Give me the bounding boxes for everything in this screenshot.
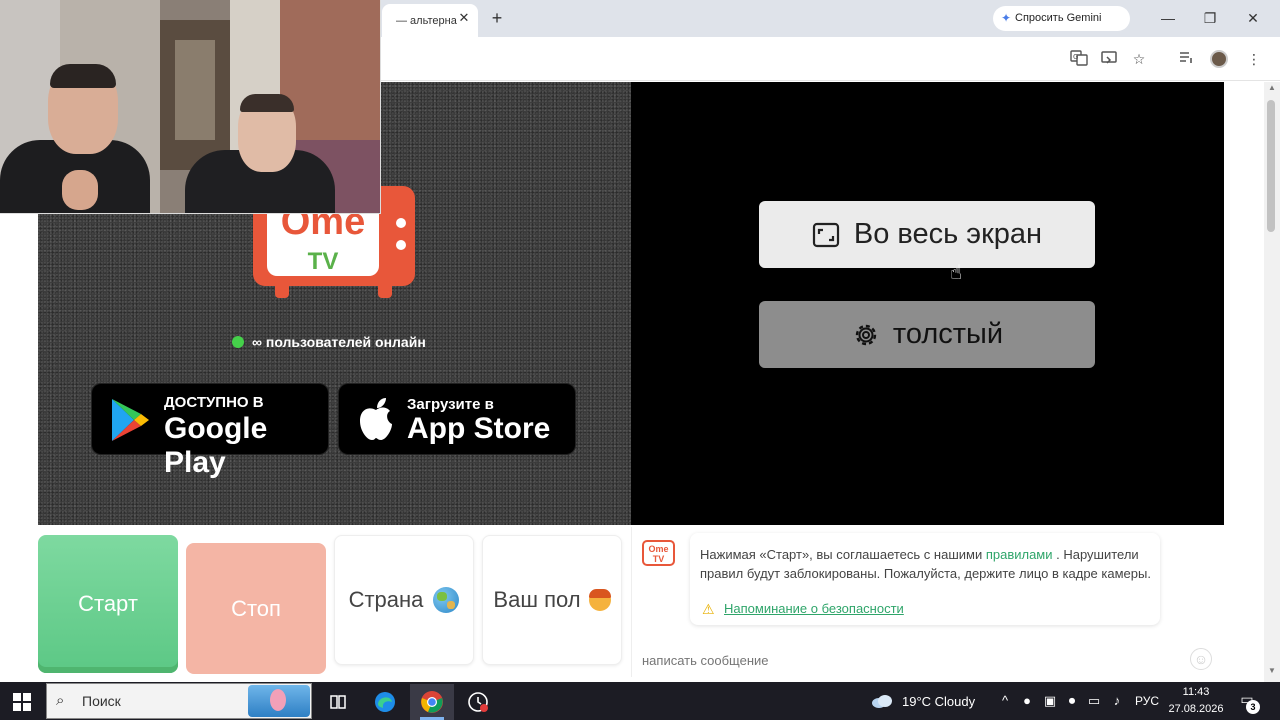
microphone-icon[interactable]: ⏺ <box>1063 692 1081 710</box>
apple-icon <box>360 398 392 440</box>
emoji-picker-icon[interactable]: ☺ <box>1190 648 1212 670</box>
hand-cursor-icon: ☝ <box>950 262 963 284</box>
fullscreen-button[interactable]: Во весь экран <box>759 201 1095 268</box>
google-play-badge[interactable]: ДОСТУПНО В Google Play <box>91 383 329 479</box>
ometv-chat-avatar: Ome TV <box>642 540 675 566</box>
reading-list-icon[interactable] <box>1176 49 1196 69</box>
online-users-count: ∞ пользователей онлайн <box>252 334 426 350</box>
logo-knob <box>396 218 406 228</box>
stop-button[interactable]: Стоп <box>186 543 326 674</box>
google-play-small-text: ДОСТУПНО В <box>164 394 264 411</box>
app-store-badge[interactable]: Загрузите в App Store <box>338 383 576 455</box>
task-view-icon[interactable] <box>318 684 358 720</box>
start-label: Старт <box>78 591 138 616</box>
bookmark-star-icon[interactable]: ☆ <box>1129 49 1149 69</box>
settings-label: толстый <box>892 318 1004 350</box>
fullscreen-label: Во весь экран <box>853 218 1043 250</box>
notification-count-badge: 3 <box>1246 700 1260 714</box>
fullscreen-icon <box>812 222 840 247</box>
cast-icon[interactable] <box>1099 49 1119 69</box>
cloud-icon <box>872 695 892 708</box>
boy-face-icon <box>588 589 611 611</box>
edge-icon[interactable] <box>365 684 405 720</box>
restore-button[interactable]: ❐ <box>1195 6 1225 30</box>
weather-widget[interactable]: 19°C Cloudy <box>870 691 975 711</box>
gemini-sparkle-icon: ✦ <box>1001 11 1012 25</box>
stop-label: Стоп <box>231 595 281 621</box>
new-tab-button[interactable]: + <box>487 7 507 29</box>
tray-app-icon[interactable]: ● <box>1018 692 1036 710</box>
translate-icon[interactable]: G <box>1069 49 1089 69</box>
clock-time[interactable]: 11:43 <box>1170 686 1222 698</box>
person-1-hand <box>62 170 98 210</box>
warning-icon: ⚠ <box>702 601 715 617</box>
globe-icon <box>433 587 460 613</box>
safety-reminder-link[interactable]: Напоминание о безопасности <box>724 600 1024 618</box>
language-indicator[interactable]: РУС <box>1133 692 1161 710</box>
profile-avatar[interactable] <box>1210 50 1228 68</box>
country-button[interactable]: Страна <box>334 535 474 665</box>
search-icon: ⌕ <box>56 692 65 709</box>
tab-title: — альтерна <box>396 15 457 27</box>
network-icon[interactable]: ▭ <box>1085 692 1103 710</box>
tray-device-icon[interactable]: ▣ <box>1041 692 1059 710</box>
gender-button[interactable]: Ваш пол <box>482 535 622 665</box>
chrome-icon[interactable] <box>412 684 452 720</box>
intro-text-start: Нажимая «Старт», вы соглашаетесь с нашим… <box>700 547 986 562</box>
google-play-icon <box>112 399 149 441</box>
person-2-hair <box>240 94 294 112</box>
logo-leg <box>378 286 392 298</box>
logo-knob <box>396 240 406 250</box>
gender-label: Ваш пол <box>493 587 581 612</box>
scroll-up-arrow-icon[interactable]: ▲ <box>1265 83 1279 95</box>
room-background <box>175 40 215 140</box>
chat-intro-text: Нажимая «Старт», вы соглашаетесь с нашим… <box>700 545 1152 583</box>
online-status-dot <box>232 336 244 348</box>
rules-link[interactable]: правилами <box>986 547 1053 562</box>
volume-icon[interactable]: ♪ <box>1108 692 1126 710</box>
weather-text: 19°C Cloudy <box>902 693 976 709</box>
person-1-hair <box>50 64 116 88</box>
tray-expand-icon[interactable]: ^ <box>997 692 1013 710</box>
search-highlight-image[interactable] <box>248 685 310 717</box>
scrollbar-thumb[interactable] <box>1267 100 1275 232</box>
ometv-logo-tv: TV <box>307 248 339 275</box>
gear-icon <box>855 324 877 345</box>
svg-text:G: G <box>1073 53 1078 61</box>
minimize-button[interactable]: — <box>1153 6 1183 30</box>
tab-close-icon[interactable]: ✕ <box>456 8 472 28</box>
app-store-big-text: App Store <box>407 412 551 445</box>
logo-leg <box>275 286 289 298</box>
country-label: Страна <box>348 587 424 612</box>
windows-start-icon[interactable] <box>12 692 32 712</box>
menu-icon[interactable]: ⋮ <box>1244 49 1264 69</box>
recording-app-icon[interactable] <box>458 684 498 720</box>
google-play-big-text: Google Play <box>164 412 268 479</box>
chat-message-input[interactable] <box>642 650 1182 670</box>
webcam-preview <box>0 0 381 214</box>
clock-date[interactable]: 27.08.2026 <box>1166 703 1226 715</box>
start-button[interactable]: Старт <box>38 535 178 673</box>
taskbar-search-placeholder: Поиск <box>82 693 121 709</box>
settings-button[interactable]: толстый <box>759 301 1095 368</box>
scroll-down-arrow-icon[interactable]: ▼ <box>1265 666 1279 678</box>
close-window-button[interactable]: ✕ <box>1238 6 1268 30</box>
